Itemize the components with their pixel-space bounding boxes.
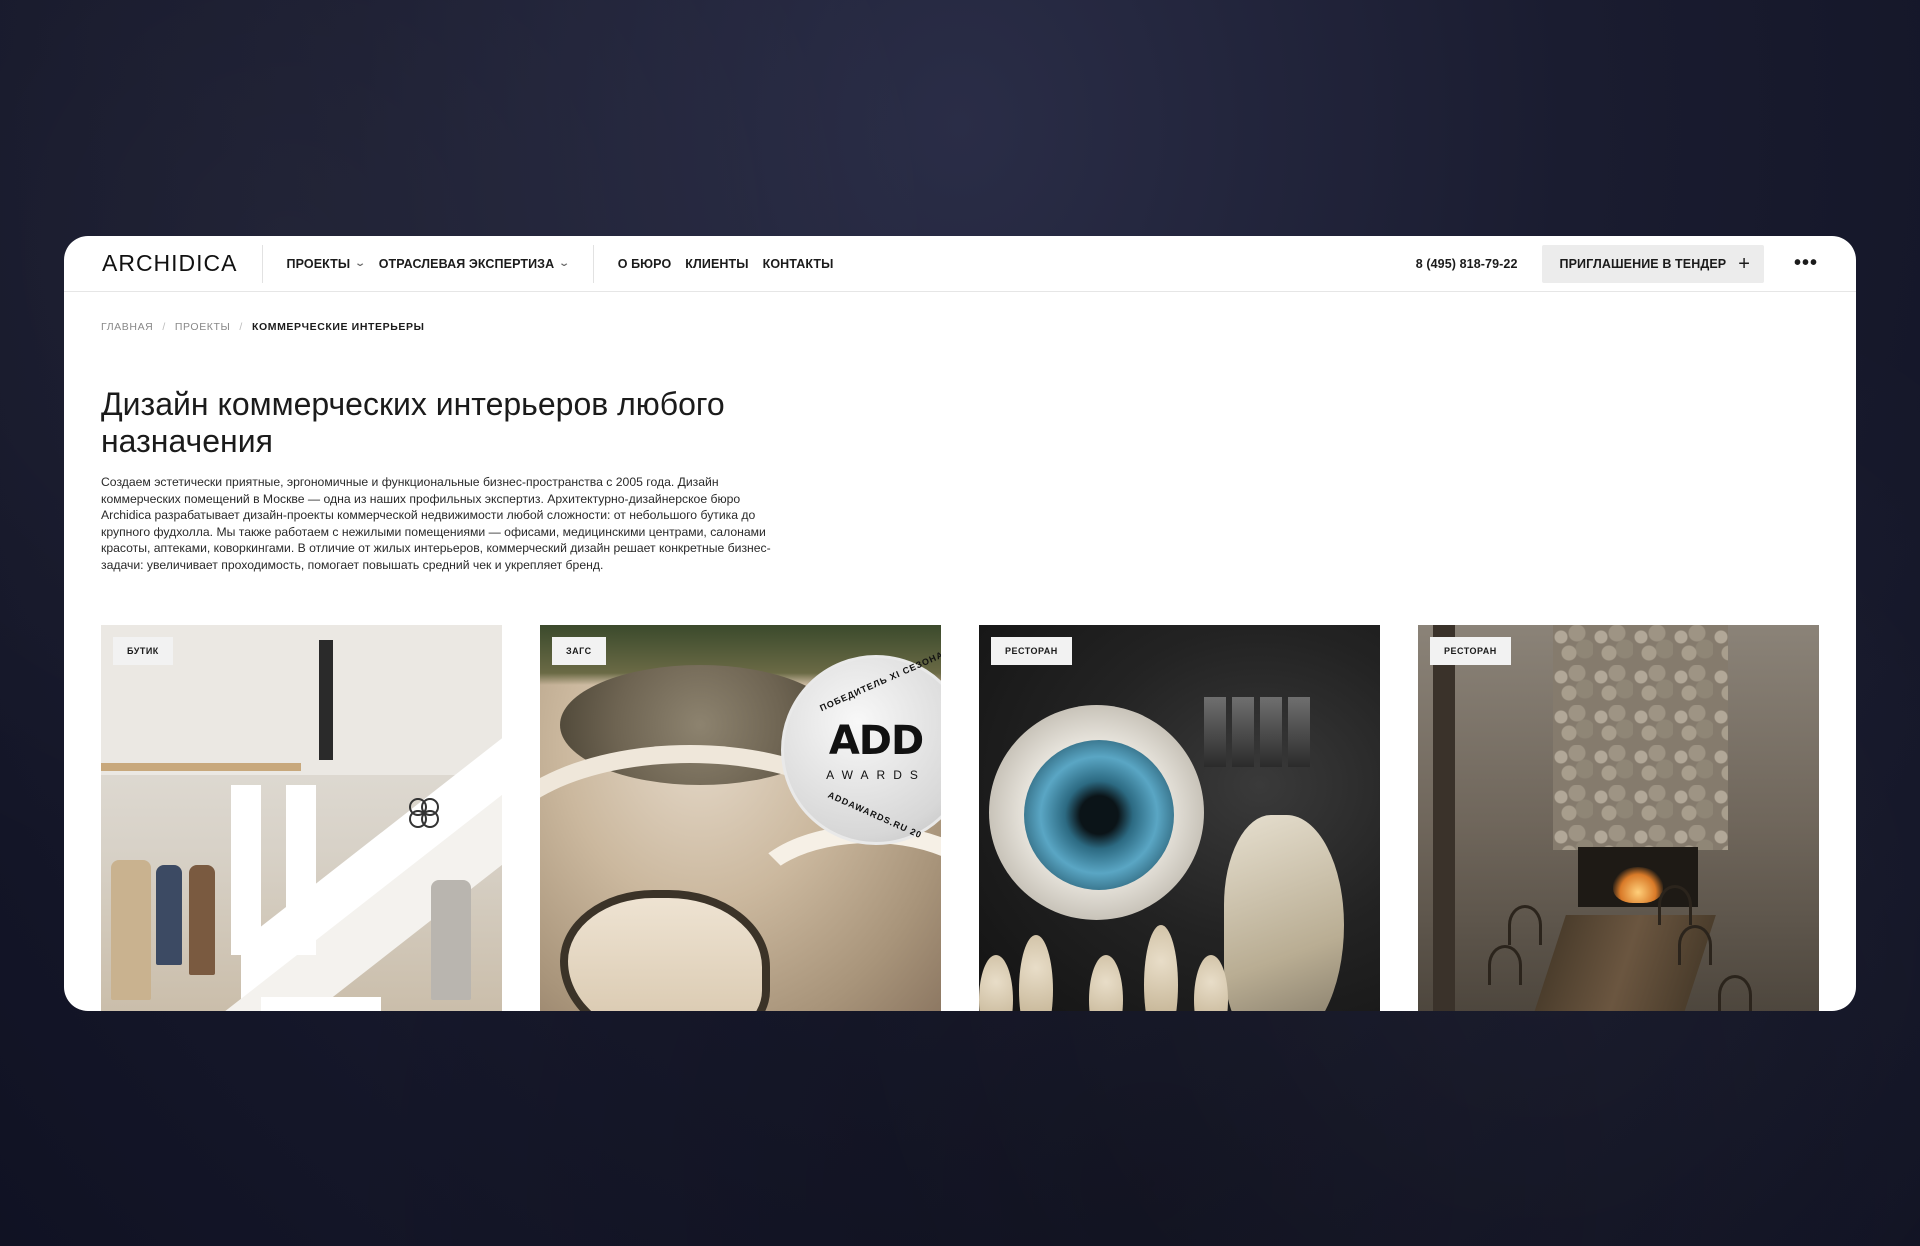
card-tag: РЕСТОРАН: [991, 637, 1072, 665]
card-tag: БУТИК: [113, 637, 173, 665]
nav-expertise-label: ОТРАСЛЕВАЯ ЭКСПЕРТИЗА: [378, 256, 555, 271]
card-tag: ЗАГС: [552, 637, 606, 665]
more-icon[interactable]: •••: [1794, 252, 1818, 275]
card-image-sign: [1204, 697, 1310, 767]
card-image-chair: [1488, 945, 1522, 985]
card-image-panel: [231, 785, 261, 955]
card-image-pampas: [1089, 955, 1123, 1011]
card-image-coat: [189, 865, 215, 975]
badge-sub: AWARDS: [826, 768, 926, 782]
page-description: Создаем эстетически приятные, эргономичн…: [101, 475, 771, 572]
project-card-restaurant-eye[interactable]: РЕСТОРАН: [979, 625, 1380, 1011]
card-image-chair: [1678, 925, 1712, 965]
card-image-pampas: [1144, 925, 1178, 1011]
badge-bottom-text: ADDAWARDS.RU 20: [826, 789, 924, 841]
project-cards: БУТИК ПОБЕДИТЕЛЬ XI СЕЗОНА П ADD AWARDS …: [101, 625, 1819, 1011]
breadcrumb-home[interactable]: ГЛАВНАЯ: [101, 321, 153, 333]
badge-logo: ADD: [828, 718, 924, 764]
site-header: ARCHIDICA ПРОЕКТЫ ⌄ ОТРАСЛЕВАЯ ЭКСПЕРТИЗ…: [64, 236, 1856, 292]
card-image-pampas: [979, 955, 1013, 1011]
card-image-shelf: [101, 763, 301, 771]
primary-nav: ПРОЕКТЫ ⌄ ОТРАСЛЕВАЯ ЭКСПЕРТИЗА ⌄: [263, 245, 593, 283]
card-image-table: [261, 997, 381, 1011]
card-image-pampas: [1194, 955, 1228, 1011]
card-image-panel: [286, 785, 316, 955]
nav-about[interactable]: О БЮРО: [618, 257, 672, 271]
tender-invite-label: ПРИГЛАШЕНИЕ В ТЕНДЕР: [1559, 256, 1727, 271]
breadcrumb-separator: /: [162, 321, 166, 333]
card-image-stone-wall: [1553, 625, 1728, 850]
chevron-down-icon: ⌄: [354, 258, 367, 269]
breadcrumb-separator: /: [239, 321, 243, 333]
tender-invite-button[interactable]: ПРИГЛАШЕНИЕ В ТЕНДЕР +: [1541, 244, 1764, 283]
card-image-coat: [111, 860, 151, 1000]
card-image-coat: [156, 865, 182, 965]
nav-clients[interactable]: КЛИЕНТЫ: [685, 257, 748, 271]
card-image-chair: [1508, 905, 1542, 945]
card-image-chair: [1658, 885, 1692, 925]
browser-window: ARCHIDICA ПРОЕКТЫ ⌄ ОТРАСЛЕВАЯ ЭКСПЕРТИЗ…: [64, 236, 1856, 1011]
card-image-chair: [1718, 975, 1752, 1011]
plus-icon: +: [1738, 252, 1750, 275]
card-image-flame: [1613, 867, 1663, 903]
nav-expertise[interactable]: ОТРАСЛЕВАЯ ЭКСПЕРТИЗА ⌄: [378, 256, 571, 271]
phone-link[interactable]: 8 (495) 818-79-22: [1416, 257, 1518, 271]
card-image-doorframe: [319, 640, 333, 760]
logo[interactable]: ARCHIDICA: [102, 244, 263, 283]
page-title: Дизайн коммерческих интерьеров любого на…: [101, 386, 725, 459]
card-image-pampas: [1019, 935, 1053, 1011]
breadcrumb-current: КОММЕРЧЕСКИЕ ИНТЕРЬЕРЫ: [251, 321, 425, 333]
breadcrumb-projects[interactable]: ПРОЕКТЫ: [175, 321, 231, 333]
nav-projects[interactable]: ПРОЕКТЫ ⌄: [286, 256, 367, 271]
nav-projects-label: ПРОЕКТЫ: [286, 256, 351, 271]
breadcrumb: ГЛАВНАЯ / ПРОЕКТЫ / КОММЕРЧЕСКИЕ ИНТЕРЬЕ…: [101, 321, 424, 333]
card-image-mannequin: [431, 880, 471, 1000]
card-tag: РЕСТОРАН: [1430, 637, 1511, 665]
archidica-mark-icon: [409, 798, 439, 828]
project-card-restaurant-stone[interactable]: РЕСТОРАН: [1418, 625, 1819, 1011]
secondary-nav: О БЮРО КЛИЕНТЫ КОНТАКТЫ: [592, 244, 858, 283]
card-image-eye-iris: [1024, 740, 1174, 890]
project-card-boutique[interactable]: БУТИК: [101, 625, 502, 1011]
card-image-sculpture: [1224, 815, 1344, 1011]
nav-contacts[interactable]: КОНТАКТЫ: [763, 257, 834, 271]
card-image-beam: [1433, 625, 1455, 1011]
project-card-zags[interactable]: ПОБЕДИТЕЛЬ XI СЕЗОНА П ADD AWARDS ADDAWA…: [540, 625, 941, 1011]
chevron-down-icon: ⌄: [558, 258, 571, 269]
